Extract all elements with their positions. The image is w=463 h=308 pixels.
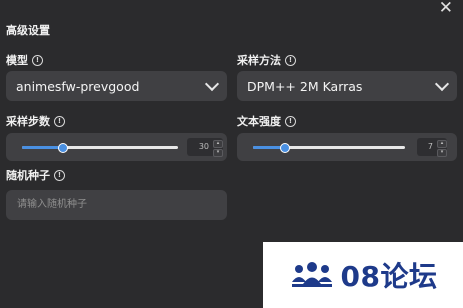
steps-stepper[interactable]: ▴ ▾: [213, 140, 223, 157]
seed-input[interactable]: [6, 190, 227, 220]
info-icon[interactable]: !: [285, 54, 296, 66]
steps-label-row: 采样步数 !: [6, 113, 65, 129]
sampler-label-row: 采样方法 !: [237, 52, 296, 68]
cfg-number-input[interactable]: 7 ▴ ▾: [417, 138, 447, 157]
cfg-value: 7: [427, 142, 433, 151]
model-label: 模型: [6, 54, 28, 67]
chevron-down-icon: [204, 76, 220, 92]
sampler-value: DPM++ 2M Karras: [247, 78, 363, 94]
cfg-slider-handle[interactable]: [279, 142, 290, 153]
chevron-down-icon: [434, 76, 450, 92]
cfg-label: 文本强度: [237, 115, 281, 128]
cfg-stepper[interactable]: ▴ ▾: [437, 140, 447, 157]
info-icon[interactable]: !: [54, 115, 65, 127]
steps-value: 30: [198, 142, 209, 151]
cfg-label-row: 文本强度 !: [237, 113, 296, 129]
model-select[interactable]: animesfw-prevgood: [6, 71, 227, 101]
info-icon[interactable]: !: [32, 54, 43, 66]
seed-label: 随机种子: [6, 169, 50, 182]
watermark: 08论坛: [263, 242, 463, 308]
people-logo-icon: [291, 262, 332, 287]
stepper-up-icon[interactable]: ▴: [437, 140, 447, 148]
steps-label: 采样步数: [6, 115, 50, 128]
cfg-slider-box: 7 ▴ ▾: [237, 133, 457, 161]
seed-label-row: 随机种子 !: [6, 167, 65, 183]
stepper-down-icon[interactable]: ▾: [437, 149, 447, 157]
steps-number-input[interactable]: 30 ▴ ▾: [187, 138, 223, 157]
info-icon[interactable]: !: [54, 169, 65, 181]
steps-slider-box: 30 ▴ ▾: [6, 133, 227, 161]
watermark-text: 08论坛: [340, 260, 438, 293]
sampler-label: 采样方法: [237, 54, 281, 67]
cfg-slider-track[interactable]: [253, 142, 405, 153]
info-icon[interactable]: !: [285, 115, 296, 127]
model-value: animesfw-prevgood: [16, 78, 140, 94]
close-icon[interactable]: ✕: [439, 0, 453, 17]
dialog-title: 高级设置: [6, 24, 50, 37]
sampler-select[interactable]: DPM++ 2M Karras: [237, 71, 457, 101]
model-label-row: 模型 !: [6, 52, 43, 68]
steps-slider-fill: [22, 146, 63, 149]
steps-slider-track[interactable]: [22, 142, 178, 153]
steps-slider-handle[interactable]: [57, 142, 68, 153]
stepper-up-icon[interactable]: ▴: [213, 140, 223, 148]
stepper-down-icon[interactable]: ▾: [213, 149, 223, 157]
